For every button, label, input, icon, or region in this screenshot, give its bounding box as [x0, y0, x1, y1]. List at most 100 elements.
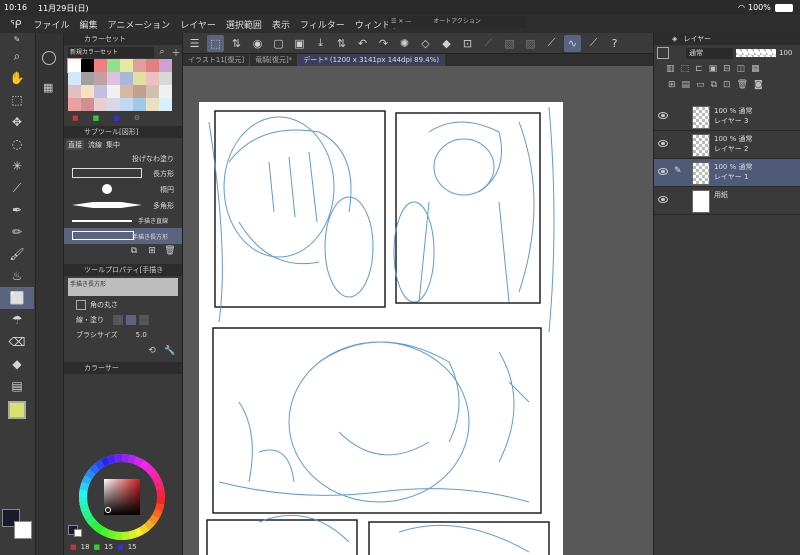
subtool-tab-streamline[interactable]: 流線	[88, 140, 102, 150]
auto-action-bar[interactable]: ☰ ✕ — オートアクション	[388, 16, 526, 28]
airbrush-icon[interactable]: ♨	[0, 265, 34, 287]
magic-wand-icon[interactable]: ✳	[0, 155, 34, 177]
menu-animation[interactable]: アニメーション	[108, 18, 171, 31]
figure-tool-icon[interactable]: ⬜	[0, 287, 34, 309]
minimize-icon[interactable]: —	[405, 18, 411, 25]
color-swatch[interactable]	[159, 85, 172, 98]
corner-round-checkbox[interactable]	[76, 300, 86, 310]
pen-tab-icon[interactable]: ✎	[0, 33, 34, 45]
color-swatch[interactable]	[107, 59, 120, 72]
menu-edit[interactable]: 編集	[80, 18, 98, 31]
color-swatch[interactable]	[94, 72, 107, 85]
selection-icon[interactable]: ▨	[522, 35, 539, 52]
hand-tool-icon[interactable]: ✋	[0, 67, 34, 89]
merge-icon[interactable]: ⊟	[723, 64, 731, 74]
layer-tab-icon[interactable]: ◈	[672, 35, 677, 43]
eye-icon[interactable]	[658, 168, 668, 175]
subtool-new-icon[interactable]: ⊞	[146, 245, 158, 257]
color-add-icon[interactable]: ＋	[170, 46, 182, 59]
color-layer-icon[interactable]: ▦	[751, 64, 760, 74]
redo-icon[interactable]: ↷	[375, 35, 392, 52]
color-preview[interactable]	[0, 397, 34, 423]
color-search-icon[interactable]: ⌕	[156, 46, 168, 58]
help-icon[interactable]: ?	[606, 35, 623, 52]
sub-color-swatch[interactable]	[14, 521, 32, 539]
new-raster-icon[interactable]: ⊞	[668, 80, 676, 90]
subtool-freehand-line[interactable]: 手描き直線	[64, 214, 182, 228]
tab-illust11[interactable]: イラスト11[復元]	[183, 54, 251, 66]
blend-tool-icon[interactable]: ☂	[0, 309, 34, 331]
lasso-tool-icon[interactable]: ◌	[0, 133, 34, 155]
fill-mode-button[interactable]	[126, 315, 136, 325]
close-icon[interactable]: ✕	[398, 18, 403, 25]
color-swatch[interactable]	[146, 72, 159, 85]
color-swatch[interactable]	[146, 59, 159, 72]
lock-icon[interactable]: ▣	[709, 64, 718, 74]
color-swatch[interactable]	[68, 85, 81, 98]
line-fill-mode-button[interactable]	[139, 315, 149, 325]
crop-icon[interactable]: ⊡	[459, 35, 476, 52]
pen-line-icon[interactable]: ⟋	[585, 35, 602, 52]
tool-settings-icon[interactable]: 🔧	[164, 345, 176, 357]
eye-icon[interactable]	[658, 196, 668, 203]
copy-layer-icon[interactable]: ⧉	[711, 80, 717, 90]
color-swatch[interactable]	[159, 98, 172, 111]
color-swatch[interactable]	[67, 58, 82, 73]
reference-layer-icon[interactable]: ⬚	[681, 64, 690, 74]
subtool-copy-icon[interactable]: ⧉	[128, 245, 140, 257]
layer-row[interactable]: ✎ 100 % 通常 レイヤー 1	[654, 159, 800, 187]
layer-row[interactable]: 100 % 通常 レイヤー 2	[654, 131, 800, 159]
menu-icon[interactable]: ☰	[186, 35, 203, 52]
color-swatch[interactable]	[146, 98, 159, 111]
invert-icon[interactable]: ▧	[501, 35, 518, 52]
pencil-tool-icon[interactable]: ✏	[0, 221, 34, 243]
new-folder-icon[interactable]: ▭	[696, 80, 705, 90]
color-swatch[interactable]	[107, 72, 120, 85]
app-logo-icon[interactable]: ᕿ	[10, 18, 22, 31]
clear-icon[interactable]: ◇	[417, 35, 434, 52]
lock-transparent-icon[interactable]: ▥	[666, 64, 675, 74]
brush-stroke-icon[interactable]: ∿	[564, 34, 581, 52]
layer-panel-title[interactable]: レイヤー	[683, 34, 711, 44]
subtool-delete-icon[interactable]: 🗑	[164, 245, 176, 257]
transform-icon[interactable]: ⬚	[207, 34, 224, 52]
subtool-lasso-fill[interactable]: 投げなわ塗り	[64, 152, 182, 166]
color-swatch[interactable]	[120, 98, 133, 111]
menu-selection[interactable]: 選択範囲	[226, 18, 262, 31]
tool-reset-icon[interactable]: ⟲	[146, 345, 158, 357]
subtool-ellipse[interactable]: 楕円	[64, 182, 182, 198]
circle-sub-color[interactable]	[74, 529, 82, 537]
swatch-settings-icon[interactable]: ⚙	[134, 114, 140, 122]
opacity-slider[interactable]	[736, 49, 776, 57]
eye-icon[interactable]	[658, 140, 668, 147]
updown-icon[interactable]: ⇅	[228, 35, 245, 52]
delete-layer-icon[interactable]: 🗑	[737, 80, 748, 90]
color-swatch[interactable]	[81, 98, 94, 111]
canvas-paper[interactable]	[199, 102, 563, 555]
color-swatch[interactable]	[146, 85, 159, 98]
color-swatch[interactable]	[120, 59, 133, 72]
color-swatch[interactable]	[120, 72, 133, 85]
color-swatch[interactable]	[68, 72, 81, 85]
brush-tool-icon[interactable]: 🖌	[0, 243, 34, 265]
color-swatch[interactable]	[94, 85, 107, 98]
color-swatch[interactable]	[133, 98, 146, 111]
subtool-tab-direct[interactable]: 直接	[66, 140, 84, 150]
eye-icon[interactable]	[658, 112, 668, 119]
tab-date[interactable]: デート* (1200 x 3141px 144dpi 89.4%)	[298, 54, 446, 66]
stamp-icon[interactable]: ◉	[249, 35, 266, 52]
fill-icon[interactable]: ◆	[438, 35, 455, 52]
new-file-icon[interactable]: ▢	[270, 35, 287, 52]
combine-icon[interactable]: ⊡	[723, 80, 731, 90]
save-icon[interactable]: ⤓	[312, 35, 329, 52]
undo-icon[interactable]: ↶	[354, 35, 371, 52]
color-swatch[interactable]	[133, 72, 146, 85]
ruler-icon[interactable]: ⟋	[543, 35, 560, 52]
grid-icon[interactable]: ▦	[43, 81, 53, 94]
color-swatch[interactable]	[81, 72, 94, 85]
color-swatch[interactable]	[159, 59, 172, 72]
line-mode-button[interactable]	[113, 315, 123, 325]
pen-tool-icon[interactable]: ✒	[0, 199, 34, 221]
color-swatch[interactable]	[68, 98, 81, 111]
grip-icon[interactable]: ☰	[391, 18, 396, 25]
